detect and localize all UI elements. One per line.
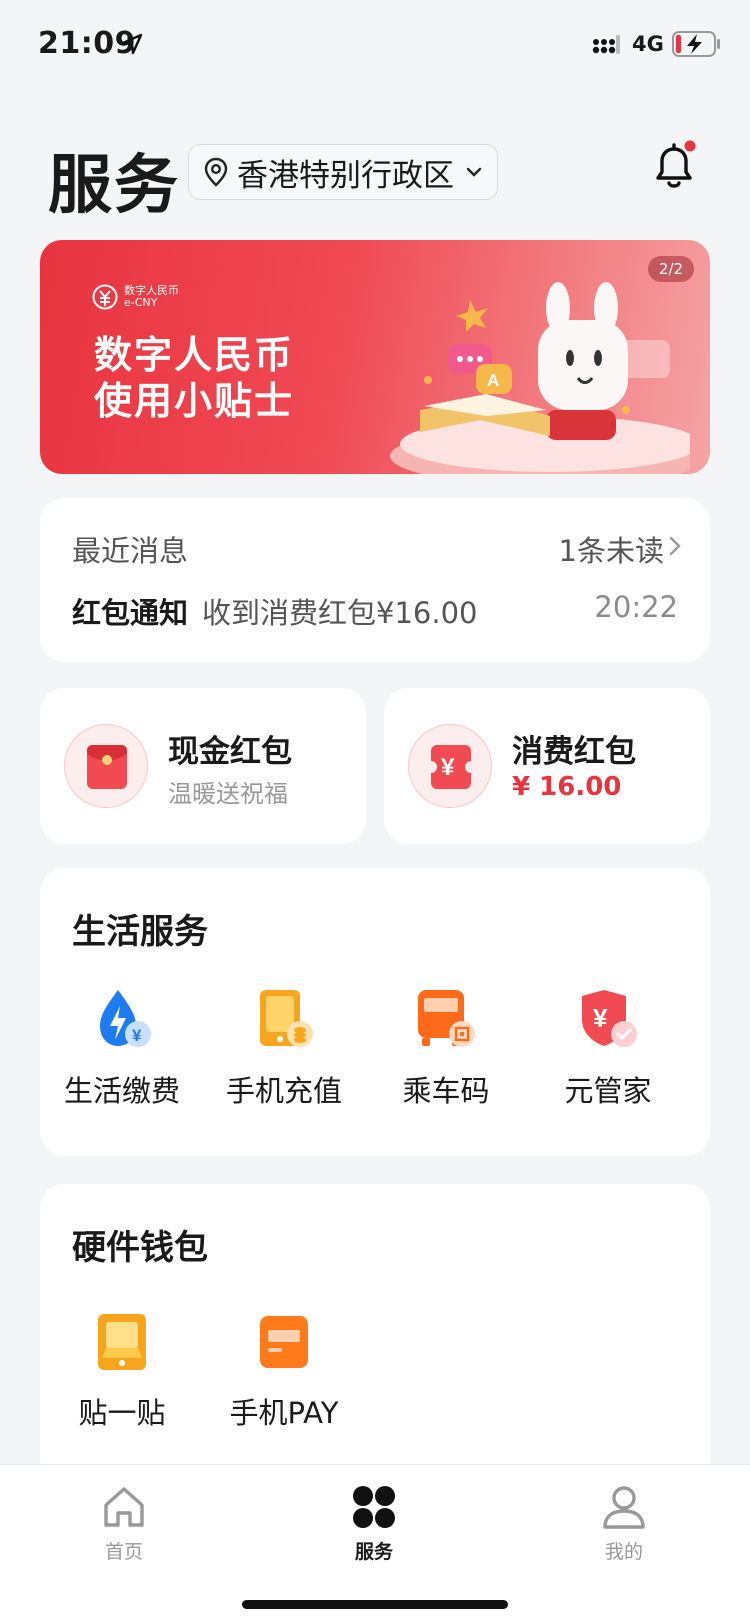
tab-label: 首页 — [104, 1541, 143, 1563]
recent-messages-card[interactable]: 最近消息 1条未读 红包通知 收到消费红包¥16.00 20:22 — [40, 498, 710, 662]
service-label: 贴一贴 — [78, 1396, 166, 1430]
red-envelope-icon — [64, 724, 148, 808]
status-bar: 21:09 4G — [0, 0, 750, 90]
tap-pay-icon — [98, 1314, 146, 1370]
svg-text:¥: ¥ — [593, 1003, 608, 1033]
service-yuan-manager[interactable]: ¥ 元管家 — [528, 986, 688, 1110]
grid-icon — [353, 1486, 395, 1528]
svg-text:A: A — [487, 371, 499, 390]
service-bus-code[interactable]: 乘车码 — [366, 986, 526, 1110]
service-utility-bill[interactable]: ¥ 生活缴费 — [42, 986, 202, 1110]
service-label: 乘车码 — [402, 1074, 490, 1108]
ecny-brand-en: e-CNY — [124, 296, 158, 309]
page-title: 服务 — [48, 149, 180, 223]
card-icon — [260, 1316, 308, 1368]
yuan-ticket-icon: ¥ — [408, 724, 492, 808]
utility-bill-icon: ¥ — [100, 990, 151, 1047]
map-pin-icon — [204, 157, 228, 187]
service-phone-topup[interactable]: 手机充值 — [204, 986, 364, 1110]
service-label: 手机充值 — [225, 1074, 342, 1108]
message-body: 收到消费红包¥16.00 — [202, 596, 478, 630]
bus-code-icon — [418, 990, 475, 1047]
messages-title: 最近消息 — [72, 534, 189, 568]
tab-services[interactable]: 服务 — [314, 1483, 434, 1564]
consume-red-packet-title: 消费红包 — [512, 734, 636, 770]
service-label: 生活缴费 — [63, 1074, 180, 1108]
tab-home[interactable]: 首页 — [64, 1483, 184, 1564]
home-indicator — [242, 1600, 508, 1609]
location-selector[interactable]: 香港特别行政区 — [188, 144, 498, 200]
service-phone-pay[interactable]: 手机PAY — [204, 1308, 364, 1432]
notification-bell-icon[interactable] — [650, 140, 698, 192]
hardware-wallet-section: 硬件钱包 贴一贴 手机PAY — [40, 1184, 710, 1474]
consume-red-packet-amount: ¥ 16.00 — [512, 772, 622, 802]
consume-red-packet-card[interactable]: ¥ 消费红包 ¥ 16.00 — [384, 688, 710, 844]
location-label: 香港特别行政区 — [237, 157, 454, 194]
tab-label: 服务 — [354, 1541, 393, 1563]
message-type: 红包通知 — [72, 596, 189, 630]
hardware-wallet-title: 硬件钱包 — [72, 1228, 208, 1268]
yuan-shield-icon: ¥ — [582, 990, 637, 1047]
service-label: 手机PAY — [229, 1396, 339, 1430]
home-icon — [104, 1487, 144, 1527]
cash-red-packet-title: 现金红包 — [168, 734, 292, 770]
banner-line-1: 数字人民币 — [94, 333, 295, 377]
location-arrow-icon — [121, 33, 143, 55]
service-tap-pay[interactable]: 贴一贴 — [42, 1308, 202, 1432]
chevron-down-icon — [466, 167, 482, 177]
ecny-logo-icon — [92, 284, 118, 310]
mascot-illustration-icon: A — [390, 282, 690, 474]
life-services-title: 生活服务 — [72, 912, 208, 952]
unread-count[interactable]: 1条未读 — [559, 528, 664, 570]
cash-red-packet-subtitle: 温暖送祝福 — [168, 780, 288, 808]
promo-banner[interactable]: 2/2 数字人民币 e-CNY 数字人民币 使用小贴士 A — [40, 240, 710, 474]
banner-line-2: 使用小贴士 — [94, 379, 295, 423]
service-label: 元管家 — [564, 1074, 652, 1108]
tab-label: 我的 — [604, 1541, 643, 1563]
user-icon — [603, 1486, 645, 1529]
network-type: 4G — [632, 32, 664, 56]
svg-text:¥: ¥ — [441, 754, 455, 781]
tab-profile[interactable]: 我的 — [564, 1483, 684, 1564]
chevron-right-icon — [669, 536, 681, 556]
phone-topup-icon — [260, 990, 313, 1047]
banner-headline: 数字人民币 使用小贴士 — [94, 332, 294, 424]
life-services-section: 生活服务 ¥ 生活缴费 手机充值 乘车码 ¥ 元管家 — [40, 868, 710, 1156]
cash-red-packet-card[interactable]: 现金红包 温暖送祝福 — [40, 688, 366, 844]
battery-icon — [672, 31, 720, 57]
svg-text:¥: ¥ — [132, 1026, 142, 1045]
ecny-logo: 数字人民币 e-CNY — [92, 284, 179, 310]
signal-icon — [592, 35, 620, 54]
message-time: 20:22 — [594, 590, 678, 624]
